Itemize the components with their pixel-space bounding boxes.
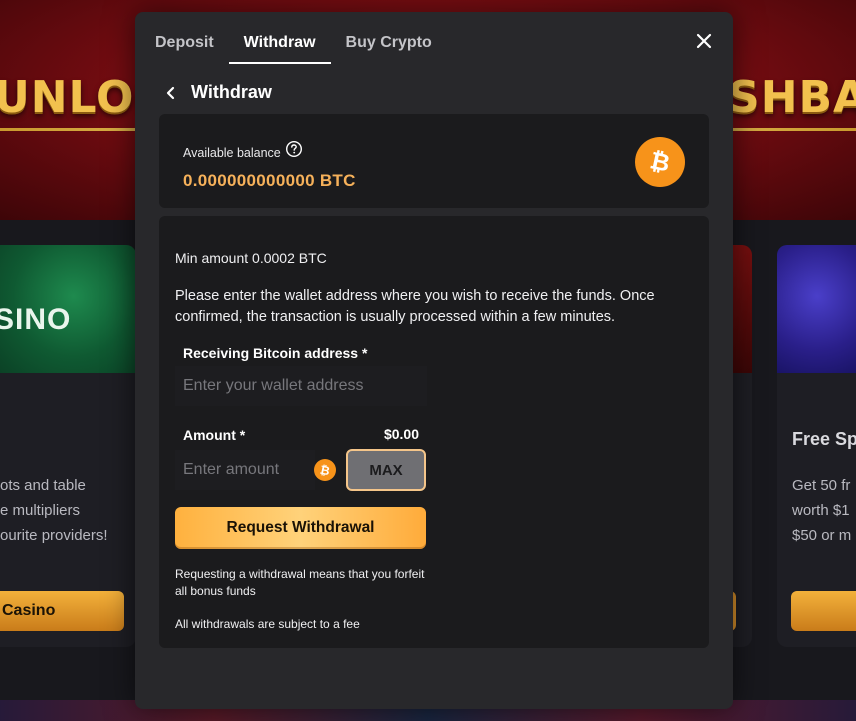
back-header: Withdraw [165, 82, 272, 103]
fee-note: All withdrawals are subject to a fee [175, 617, 360, 631]
promo-card-description: ots and table e multipliers ourite provi… [0, 473, 136, 548]
balance-value: 0.000000000000 BTC [183, 171, 356, 190]
promo-card-description-line: Get 50 fr [792, 477, 851, 494]
tab-withdraw[interactable]: Withdraw [228, 34, 331, 64]
svg-text:₿: ₿ [648, 147, 673, 177]
amount-usd-value: $0.00 [383, 426, 419, 442]
promo-card-description-line: ots and table [0, 477, 86, 494]
promo-card-button[interactable]: Casino [0, 591, 124, 631]
promo-card-casino: SINO ots and table e multipliers ourite … [0, 245, 136, 647]
wallet-tabs: Deposit Withdraw Buy Crypto [155, 34, 462, 64]
chevron-left-icon[interactable] [165, 83, 179, 103]
promo-card-image: SINO [0, 245, 136, 373]
tab-deposit[interactable]: Deposit [155, 34, 214, 64]
amount-label: Amount * [183, 427, 246, 443]
max-button[interactable]: MAX [346, 449, 426, 491]
wallet-modal: Deposit Withdraw Buy Crypto Withdraw Ava… [135, 12, 733, 709]
page-title: Withdraw [191, 82, 272, 102]
withdraw-form: Min amount 0.0002 BTC Please enter the w… [159, 216, 709, 648]
svg-text:₿: ₿ [319, 463, 332, 478]
balance-label: Available balance [183, 146, 281, 160]
promo-card-button[interactable] [791, 591, 856, 631]
balance-label-row: Available balance [183, 140, 303, 160]
address-label: Receiving Bitcoin address * [183, 345, 368, 361]
promo-card-free-spins: Free Sp Get 50 fr worth $1 $50 or m [777, 245, 856, 647]
bonus-forfeit-note: Requesting a withdrawal means that you f… [175, 567, 425, 598]
close-icon[interactable] [693, 30, 715, 52]
promo-card-title: Free Sp [792, 429, 856, 449]
bitcoin-icon: ₿ [314, 459, 336, 481]
promo-card-description-line: e multipliers [0, 502, 81, 519]
promo-card-image-label: SINO [0, 303, 72, 336]
hero-heading-right: SHBA [728, 72, 856, 123]
withdraw-info-text: Please enter the wallet address where yo… [175, 288, 655, 325]
promo-card-description: Get 50 fr worth $1 $50 or m [792, 473, 856, 548]
balance-card: Available balance 0.000000000000 BTC ₿ [159, 114, 709, 208]
bitcoin-icon: ₿ [635, 137, 685, 187]
amount-input[interactable] [175, 450, 315, 490]
wallet-address-input[interactable] [175, 366, 427, 406]
promo-card-description-line: ourite providers! [0, 527, 108, 544]
promo-card-image [777, 245, 856, 373]
request-withdrawal-button[interactable]: Request Withdrawal [175, 507, 426, 549]
promo-card-description-line: worth $1 [792, 502, 850, 519]
min-amount-text: Min amount 0.0002 BTC [175, 250, 327, 266]
tab-buy-crypto[interactable]: Buy Crypto [346, 34, 432, 64]
question-circle-icon[interactable] [285, 140, 303, 158]
promo-card-description-line: $50 or m [792, 527, 852, 544]
